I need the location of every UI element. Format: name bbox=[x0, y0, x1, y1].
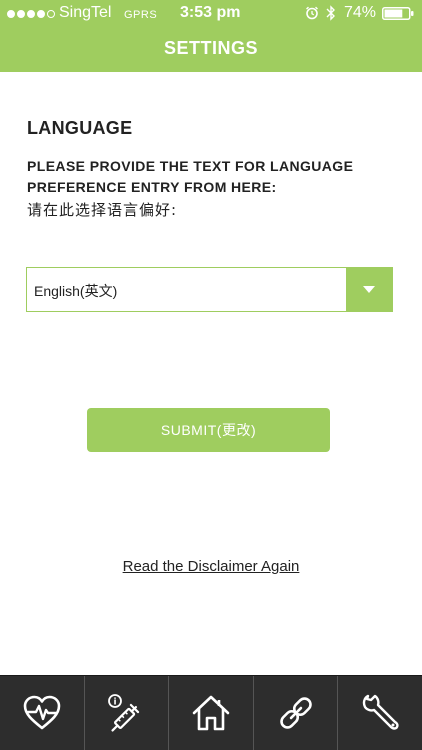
carrier-name: SingTel bbox=[59, 4, 112, 21]
signal-strength-icon bbox=[7, 10, 55, 18]
home-icon bbox=[192, 695, 230, 731]
tab-home[interactable] bbox=[169, 676, 254, 750]
language-heading: LANGUAGE bbox=[27, 118, 133, 138]
top-bar: SingTel GPRS 3:53 pm 74% SETTINGS bbox=[0, 0, 422, 72]
battery-percentage: 74% bbox=[344, 4, 377, 21]
disclaimer-link-wrapper: Read the Disclaimer Again bbox=[0, 558, 422, 575]
network-type: GPRS bbox=[124, 9, 158, 21]
instruction-line-1: PLEASE PROVIDE THE TEXT FOR LANGUAGE bbox=[27, 158, 354, 174]
battery-icon bbox=[382, 7, 414, 20]
disclaimer-link[interactable]: Read the Disclaimer Again bbox=[123, 558, 300, 575]
status-bar: SingTel GPRS 3:53 pm 74% bbox=[0, 0, 422, 28]
language-select[interactable]: English(英文) bbox=[26, 267, 393, 312]
page-title: SETTINGS bbox=[163, 38, 258, 58]
instruction-line-2: PREFERENCE ENTRY FROM HERE: bbox=[27, 179, 277, 195]
chevron-down-icon bbox=[363, 286, 375, 293]
language-instruction: PLEASE PROVIDE THE TEXT FOR LANGUAGE PRE… bbox=[27, 156, 387, 198]
tab-vaccination[interactable]: i bbox=[85, 676, 170, 750]
heart-pulse-icon bbox=[23, 695, 61, 730]
link-icon bbox=[279, 697, 312, 729]
submit-button[interactable]: SUBMIT(更改) bbox=[87, 408, 330, 452]
svg-text:i: i bbox=[114, 698, 117, 708]
language-select-value: English(英文) bbox=[34, 283, 118, 299]
tab-settings[interactable] bbox=[338, 676, 422, 750]
status-time: 3:53 pm bbox=[180, 4, 241, 21]
tab-health[interactable] bbox=[0, 676, 85, 750]
wrench-icon bbox=[362, 694, 399, 730]
syringe-info-icon: i bbox=[108, 694, 140, 732]
tab-bar: i bbox=[0, 675, 422, 750]
dropdown-toggle[interactable] bbox=[346, 268, 392, 311]
alarm-icon bbox=[306, 6, 318, 20]
language-instruction-chinese: 请在此选择语言偏好: bbox=[27, 201, 178, 219]
bluetooth-icon bbox=[326, 5, 335, 21]
tab-links[interactable] bbox=[254, 676, 339, 750]
